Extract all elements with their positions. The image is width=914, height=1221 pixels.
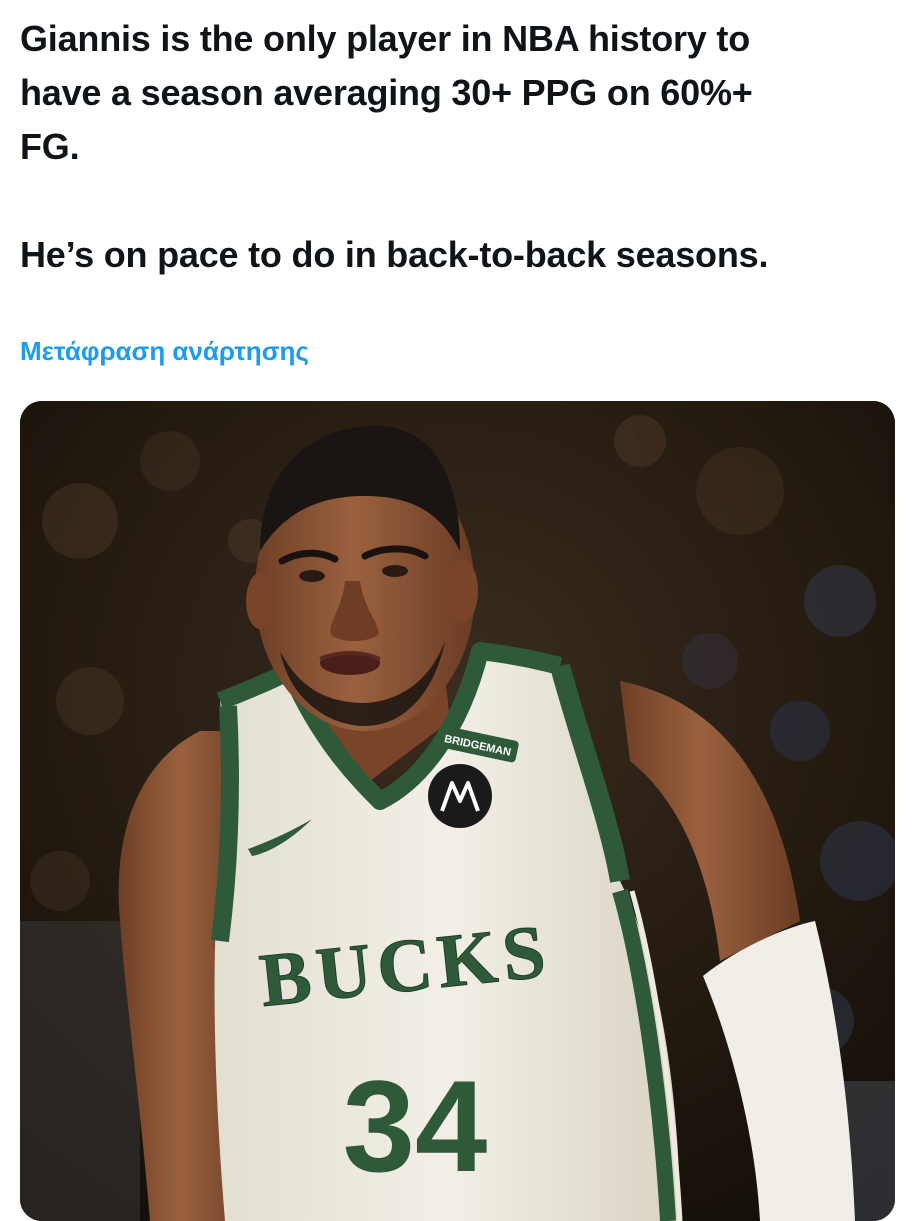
tweet-media-photo[interactable]: BRIDGEMAN BUCKS 34 xyxy=(20,401,895,1221)
jersey-number: 34 xyxy=(343,1053,488,1199)
translate-post-link[interactable]: Μετάφραση ανάρτησης xyxy=(20,336,309,367)
tweet-line: Giannis is the only player in NBA histor… xyxy=(20,18,750,59)
tweet-line: FG. xyxy=(20,126,80,167)
tweet-line: He’s on pace to do in back-to-back seaso… xyxy=(20,234,769,275)
arena-rail xyxy=(20,921,140,1221)
motorola-logo-icon xyxy=(428,764,492,828)
tweet-line: have a season averaging 30+ PPG on 60%+ xyxy=(20,72,753,113)
player-photo: BRIDGEMAN BUCKS 34 xyxy=(20,401,895,1221)
tweet-text: Giannis is the only player in NBA histor… xyxy=(20,12,900,282)
